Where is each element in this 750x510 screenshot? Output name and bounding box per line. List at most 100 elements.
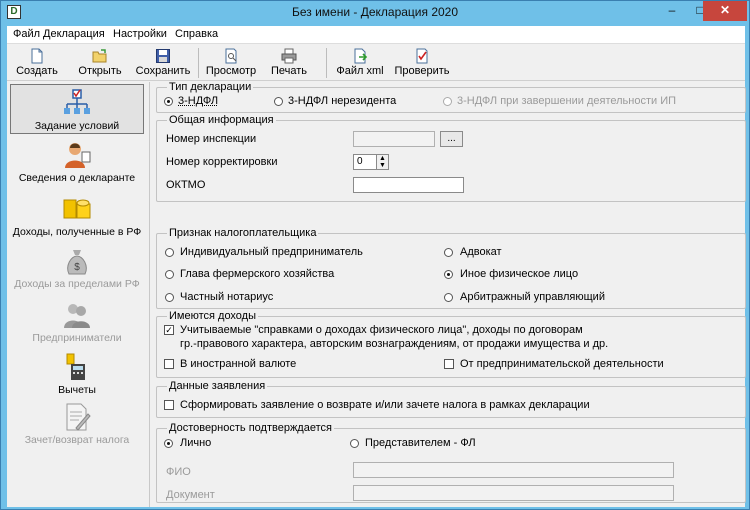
entrepreneurs-icon [64, 304, 90, 328]
preview-label: Просмотр [205, 65, 257, 77]
statement-group: Данные заявления Сформировать заявление … [156, 381, 746, 418]
close-button[interactable]: ✕ [703, 1, 747, 21]
open-button[interactable]: Открыть [73, 46, 127, 77]
taxpayer-other-radio[interactable] [444, 270, 453, 279]
taxpayer-farmer-label[interactable]: Глава фермерского хозяйства [180, 268, 334, 280]
decl-type-3ndfl-radio[interactable] [164, 97, 173, 106]
coins-icon [63, 199, 91, 219]
money-bag-icon: $ [67, 250, 87, 275]
xml-file-button[interactable]: Файл xml [333, 46, 387, 77]
check-label: Проверить [394, 65, 450, 77]
menu-bar: Файл Декларация Настройки Справка [7, 26, 745, 44]
reliability-personal-label[interactable]: Лично [180, 437, 211, 449]
menu-declaration[interactable]: Декларация [43, 28, 105, 40]
taxpayer-other-label[interactable]: Иное физическое лицо [460, 268, 578, 280]
toolbar-separator [198, 48, 199, 78]
correction-label: Номер корректировки [166, 156, 278, 168]
inspection-input[interactable] [353, 131, 435, 147]
income-main-checkbox[interactable]: ✓ [164, 325, 174, 335]
correction-stepper[interactable]: ▲ ▼ [376, 154, 389, 170]
create-button[interactable]: Создать [13, 46, 61, 77]
taxpayer-title: Признак налогоплательщика [167, 227, 319, 239]
preview-icon [225, 48, 237, 64]
decl-type-ip-end-label: 3-НДФЛ при завершении деятельности ИП [457, 95, 677, 107]
reliability-personal-radio[interactable] [164, 439, 173, 448]
reliability-group: Достоверность подтверждается Лично Предс… [156, 423, 746, 503]
sidebar-item-conditions[interactable]: Задание условий [10, 84, 144, 134]
taxpayer-arbitration-radio[interactable] [444, 293, 453, 302]
print-button[interactable]: Печать [267, 46, 311, 77]
reliability-representative-radio[interactable] [350, 439, 359, 448]
title-bar[interactable]: D Без имени - Декларация 2020 – □ ✕ [1, 1, 749, 25]
decl-type-title: Тип декларации [167, 81, 254, 93]
income-foreign-label[interactable]: В иностранной валюте [180, 358, 296, 370]
sidebar-item-label: Зачет/возврат налога [24, 434, 130, 446]
document-pen-icon [66, 403, 91, 431]
reliability-title: Достоверность подтверждается [167, 422, 334, 434]
xml-file-icon [354, 48, 368, 64]
taxpayer-notary-radio[interactable] [165, 293, 174, 302]
sidebar-item-label: Предприниматели [32, 332, 122, 344]
menu-file[interactable]: Файл [13, 28, 40, 40]
reliability-representative-label[interactable]: Представителем - ФЛ [365, 437, 476, 449]
statement-title: Данные заявления [167, 380, 268, 392]
income-group: Имеются доходы ✓ Учитываемые "справками … [156, 311, 746, 378]
decl-type-group: Тип декларации 3-НДФЛ 3-НДФЛ нерезидента… [156, 82, 746, 113]
taxpayer-notary-label[interactable]: Частный нотариус [180, 291, 273, 303]
conditions-tree-icon [64, 89, 90, 114]
printer-icon [281, 48, 297, 64]
svg-text:$: $ [74, 262, 80, 273]
inspection-browse-button[interactable]: ... [440, 131, 463, 147]
client-area: Файл Декларация Настройки Справка Создат… [7, 26, 746, 507]
income-business-label[interactable]: От предпринимательской деятельности [460, 358, 664, 370]
xml-file-label: Файл xml [336, 65, 384, 77]
decl-type-nonresident-label[interactable]: 3-НДФЛ нерезидента [288, 95, 396, 107]
taxpayer-lawyer-radio[interactable] [444, 248, 453, 257]
sidebar-item-deductions[interactable]: Вычеты [10, 352, 144, 396]
save-label: Сохранить [135, 65, 191, 77]
sidebar-item-label: Доходы за пределами РФ [14, 278, 140, 290]
oktmo-label: ОКТМО [166, 179, 206, 191]
sidebar-item-label: Вычеты [58, 384, 96, 396]
decl-type-nonresident-radio[interactable] [274, 97, 283, 106]
sidebar-item-income-rf[interactable]: Доходы, полученные в РФ [10, 194, 144, 238]
sidebar-item-tax-refund[interactable]: Зачет/возврат налога [10, 402, 144, 446]
sidebar-item-entrepreneurs[interactable]: Предприниматели [10, 300, 144, 344]
new-file-icon [31, 48, 43, 64]
menu-settings[interactable]: Настройки [113, 28, 167, 40]
check-document-icon [416, 48, 428, 64]
document-label: Документ [166, 489, 215, 501]
oktmo-input[interactable] [353, 177, 464, 193]
taxpayer-lawyer-label[interactable]: Адвокат [460, 246, 502, 258]
income-business-checkbox[interactable] [444, 359, 454, 369]
sidebar: Задание условий Сведения о декларанте До… [7, 82, 147, 507]
decl-type-3ndfl-label[interactable]: 3-НДФЛ [178, 95, 218, 107]
preview-button[interactable]: Просмотр [203, 46, 259, 77]
taxpayer-ip-label[interactable]: Индивидуальный предприниматель [180, 246, 363, 258]
document-input[interactable] [353, 485, 674, 501]
fio-input[interactable] [353, 462, 674, 478]
sidebar-item-label: Доходы, полученные в РФ [12, 226, 142, 238]
save-button[interactable]: Сохранить [133, 46, 193, 77]
inspection-label: Номер инспекции [166, 133, 257, 145]
taxpayer-farmer-radio[interactable] [165, 270, 174, 279]
income-foreign-checkbox[interactable] [164, 359, 174, 369]
toolbar-separator [326, 48, 327, 78]
window-title: Без имени - Декларация 2020 [291, 5, 459, 19]
income-main-label-line1[interactable]: Учитываемые "справками о доходах физичес… [180, 324, 583, 336]
correction-input[interactable]: 0 [353, 154, 377, 170]
sidebar-item-income-abroad[interactable]: $ Доходы за пределами РФ [10, 246, 144, 290]
sidebar-item-label: Задание условий [34, 120, 120, 132]
income-main-label-line2[interactable]: гр.-правового характера, авторским возна… [180, 338, 608, 350]
minimize-button[interactable]: – [658, 1, 686, 21]
taxpayer-ip-radio[interactable] [165, 248, 174, 257]
statement-checkbox[interactable] [164, 400, 174, 410]
check-button[interactable]: Проверить [393, 46, 451, 77]
open-label: Открыть [78, 65, 122, 77]
menu-help[interactable]: Справка [175, 28, 218, 40]
taxpayer-arbitration-label[interactable]: Арбитражный управляющий [460, 291, 605, 303]
statement-label[interactable]: Сформировать заявление о возврате и/или … [180, 399, 590, 411]
sidebar-item-declarant[interactable]: Сведения о декларанте [10, 140, 144, 184]
main-panel: Тип декларации 3-НДФЛ 3-НДФЛ нерезидента… [149, 82, 746, 507]
general-info-title: Общая информация [167, 114, 276, 126]
